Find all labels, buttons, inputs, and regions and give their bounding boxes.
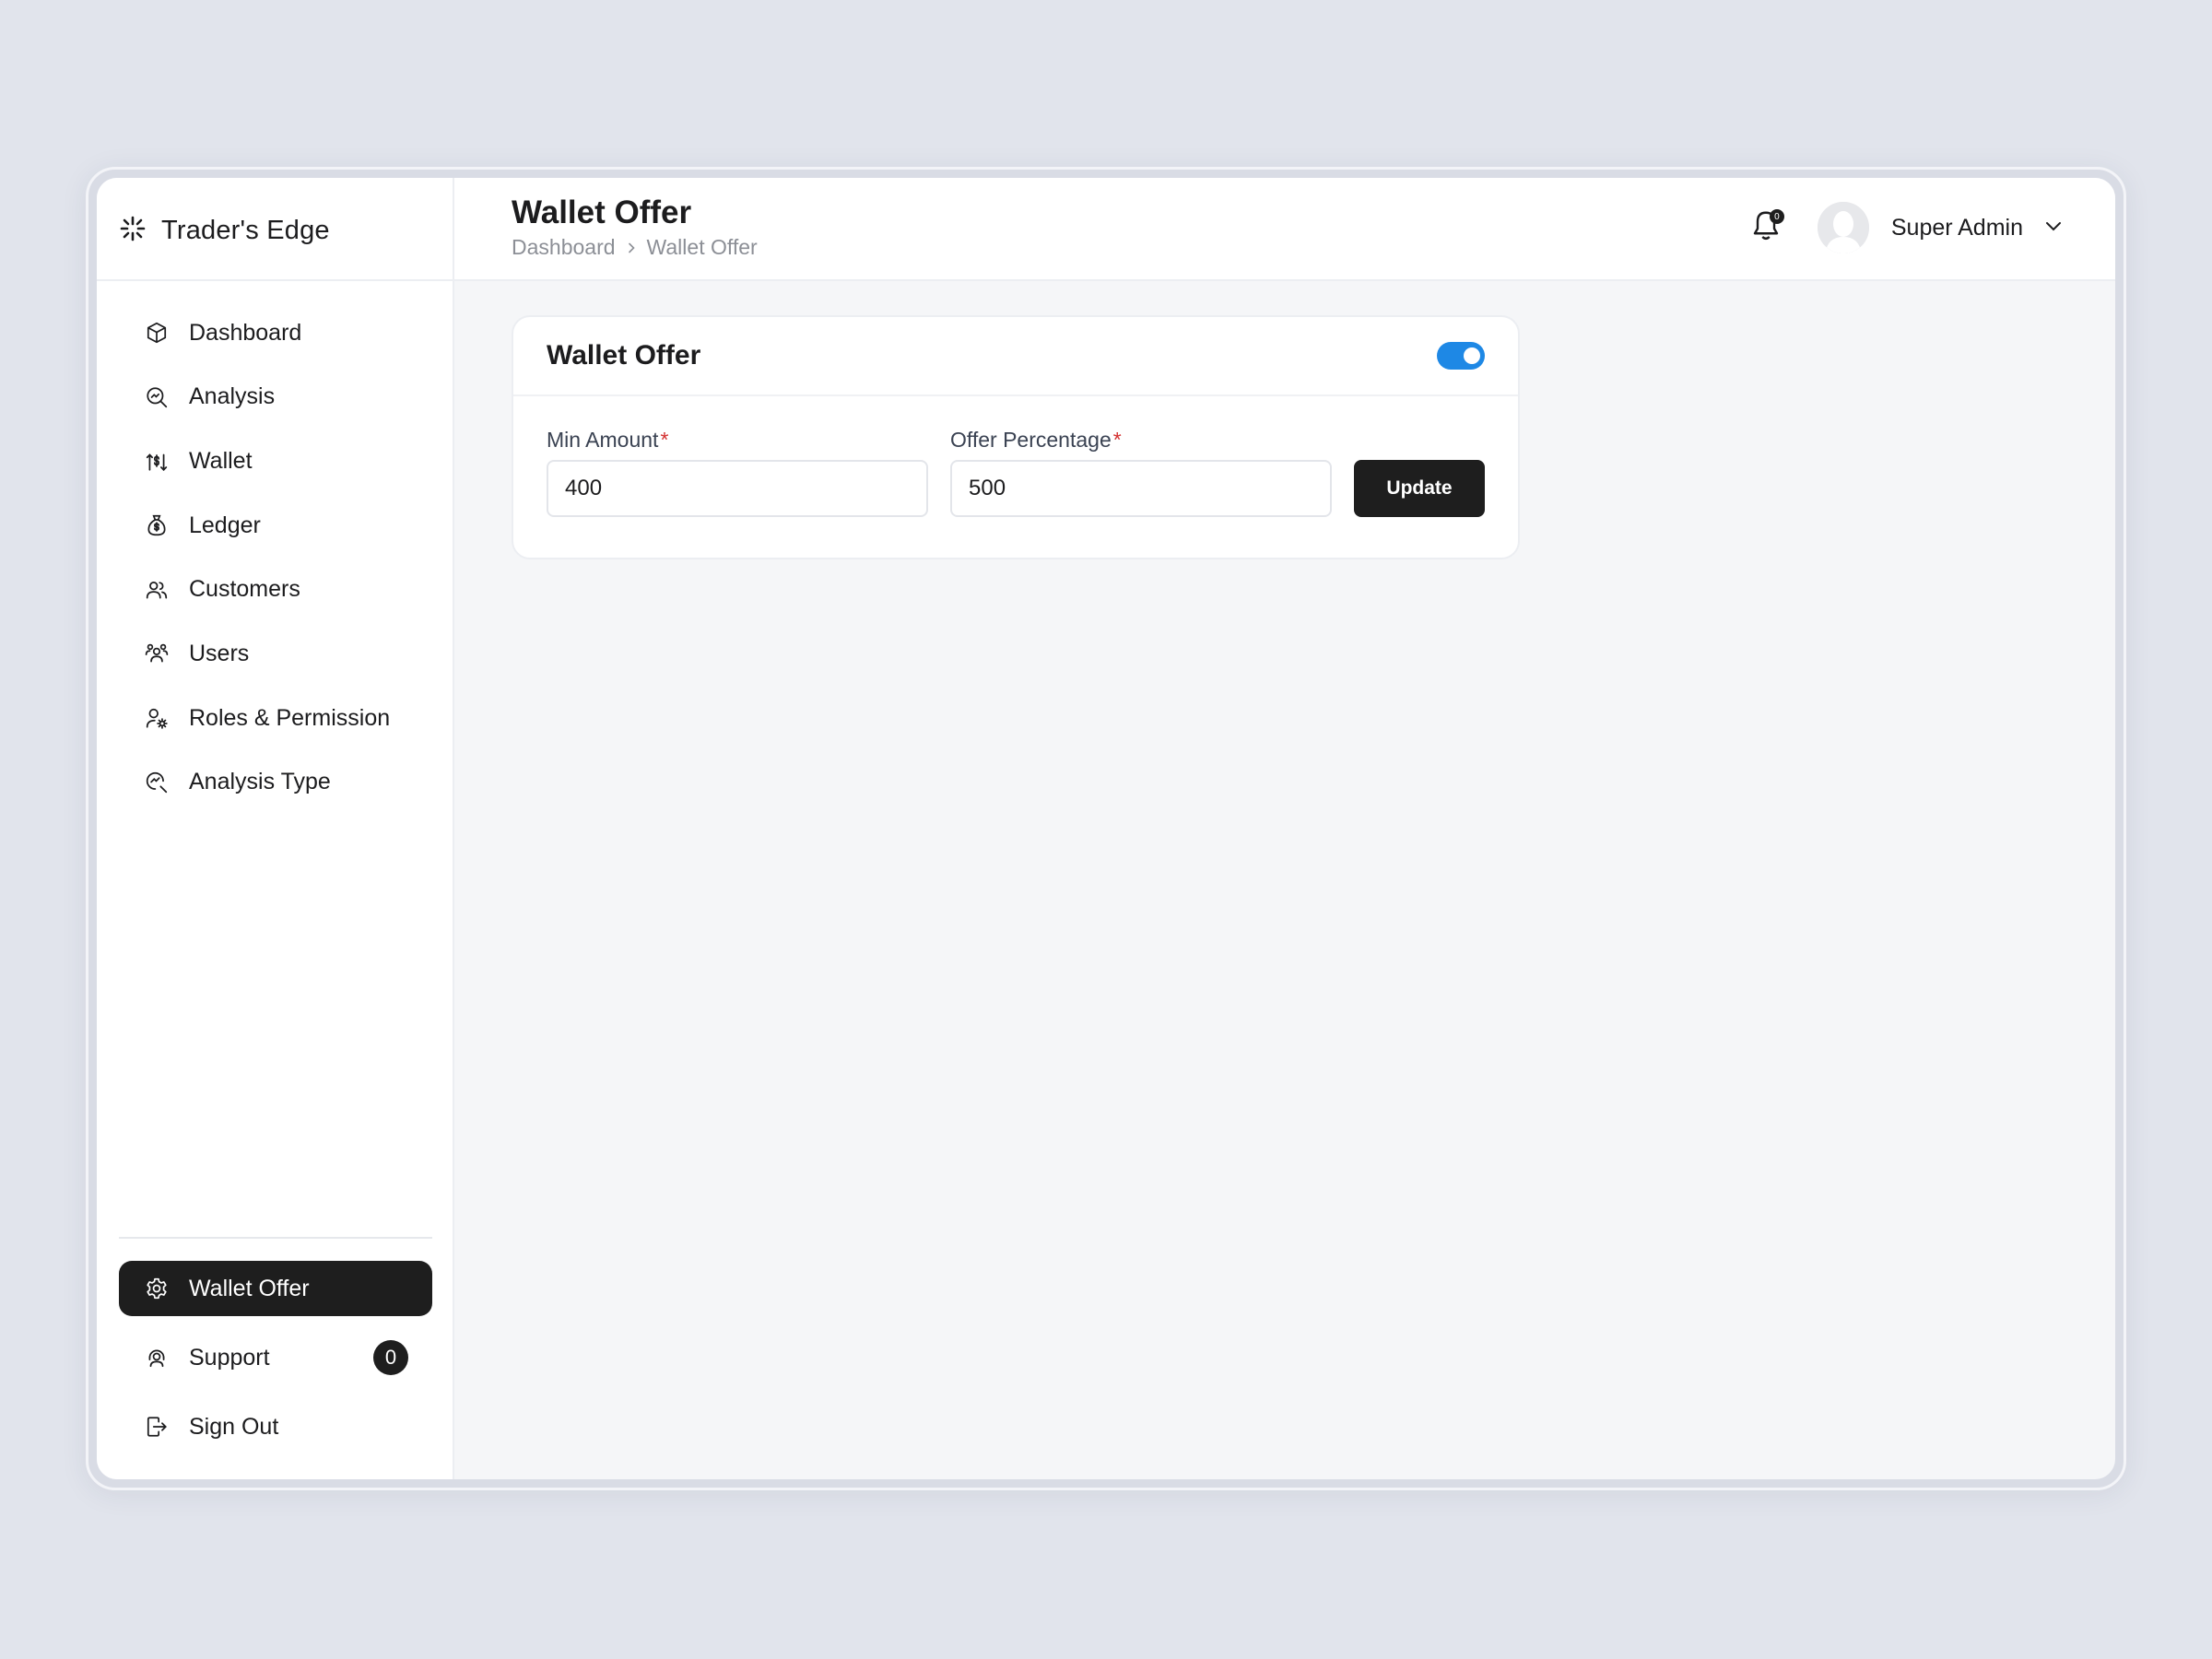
sidebar-item-wallet[interactable]: Wallet bbox=[119, 435, 432, 487]
sparkle-logo-icon bbox=[119, 215, 147, 247]
sidebar-item-ledger[interactable]: Ledger bbox=[119, 500, 432, 551]
wallet-offer-card: Wallet Offer Min Amount* Offer Percentag… bbox=[512, 315, 1520, 559]
sidebar-item-wallet-offer[interactable]: Wallet Offer bbox=[119, 1261, 432, 1316]
sidebar-item-label: Analysis Type bbox=[189, 769, 331, 795]
wallet-offer-form: Min Amount* Offer Percentage* Update bbox=[547, 428, 1485, 517]
sidebar-item-label: Customers bbox=[189, 576, 300, 603]
money-bag-icon bbox=[143, 512, 171, 539]
sidebar-item-label: Analysis bbox=[189, 383, 276, 410]
sidebar-item-label: Ledger bbox=[189, 512, 261, 538]
avatar[interactable] bbox=[1817, 202, 1869, 253]
sidebar-item-analysis-type[interactable]: Analysis Type bbox=[119, 757, 432, 808]
top-header: Wallet Offer Dashboard Wallet Offer 0 Su… bbox=[454, 178, 2115, 281]
brand[interactable]: Trader's Edge bbox=[119, 207, 330, 253]
offer-percentage-label: Offer Percentage* bbox=[950, 428, 1122, 452]
analysis-search-icon bbox=[143, 383, 171, 411]
user-gear-icon bbox=[143, 704, 171, 732]
sidebar-item-label: Sign Out bbox=[189, 1413, 279, 1440]
users-group-icon bbox=[143, 640, 171, 667]
sidebar-item-label: Wallet bbox=[189, 447, 253, 474]
sidebar-divider bbox=[119, 1237, 432, 1239]
update-button[interactable]: Update bbox=[1354, 460, 1485, 517]
gear-icon bbox=[143, 1275, 171, 1302]
page-title: Wallet Offer bbox=[512, 194, 692, 230]
sidebar-item-roles-permission[interactable]: Roles & Permission bbox=[119, 692, 432, 744]
bell-icon bbox=[1749, 211, 1783, 248]
sidebar-item-label: Support bbox=[189, 1344, 270, 1371]
sidebar-item-label: Roles & Permission bbox=[189, 704, 391, 731]
analysis-type-icon bbox=[143, 769, 171, 796]
sidebar-item-support[interactable]: Support 0 bbox=[119, 1330, 432, 1385]
sidebar-item-users[interactable]: Users bbox=[119, 628, 432, 679]
breadcrumb-current: Wallet Offer bbox=[646, 235, 758, 259]
app-window: Trader's Edge Dashboard Analysis Wallet … bbox=[97, 178, 2115, 1479]
sidebar-item-label: Users bbox=[189, 640, 250, 666]
sidebar-item-analysis[interactable]: Analysis bbox=[119, 371, 432, 423]
wallet-exchange-icon bbox=[143, 447, 171, 475]
cube-icon bbox=[143, 319, 171, 347]
header-actions: 0 Super Admin bbox=[1749, 200, 2064, 255]
sidebar-item-customers[interactable]: Customers bbox=[119, 564, 432, 616]
breadcrumb: Dashboard Wallet Offer bbox=[512, 235, 758, 260]
card-header: Wallet Offer bbox=[513, 317, 1518, 396]
brand-name: Trader's Edge bbox=[161, 215, 330, 245]
min-amount-field-group: Min Amount* bbox=[547, 428, 928, 517]
sign-out-icon bbox=[143, 1413, 171, 1441]
card-title: Wallet Offer bbox=[547, 340, 701, 371]
sidebar-nav: Dashboard Analysis Wallet Ledger Custome… bbox=[119, 307, 432, 821]
user-name[interactable]: Super Admin bbox=[1891, 215, 2023, 241]
support-count-badge: 0 bbox=[373, 1340, 408, 1375]
chevron-down-icon[interactable] bbox=[2043, 216, 2064, 241]
notification-count-badge: 0 bbox=[1769, 209, 1784, 224]
sidebar-item-label: Wallet Offer bbox=[189, 1275, 310, 1301]
support-icon bbox=[143, 1344, 171, 1371]
offer-percentage-field-group: Offer Percentage* bbox=[950, 428, 1332, 517]
sidebar: Trader's Edge Dashboard Analysis Wallet … bbox=[97, 178, 454, 1479]
sidebar-item-sign-out[interactable]: Sign Out bbox=[119, 1399, 432, 1454]
wallet-offer-toggle[interactable] bbox=[1437, 342, 1485, 370]
sidebar-item-dashboard[interactable]: Dashboard bbox=[119, 307, 432, 359]
offer-percentage-input[interactable] bbox=[950, 460, 1332, 517]
toggle-knob bbox=[1464, 347, 1480, 364]
chevron-right-icon bbox=[625, 236, 638, 260]
breadcrumb-dashboard[interactable]: Dashboard bbox=[512, 235, 616, 260]
min-amount-label: Min Amount* bbox=[547, 428, 669, 452]
sidebar-bottom-nav: Wallet Offer Support 0 Sign Out bbox=[119, 1261, 432, 1468]
min-amount-input[interactable] bbox=[547, 460, 928, 517]
customers-icon bbox=[143, 576, 171, 604]
notifications-button[interactable]: 0 bbox=[1749, 207, 1786, 248]
sidebar-item-label: Dashboard bbox=[189, 319, 302, 346]
brand-divider bbox=[97, 279, 453, 281]
